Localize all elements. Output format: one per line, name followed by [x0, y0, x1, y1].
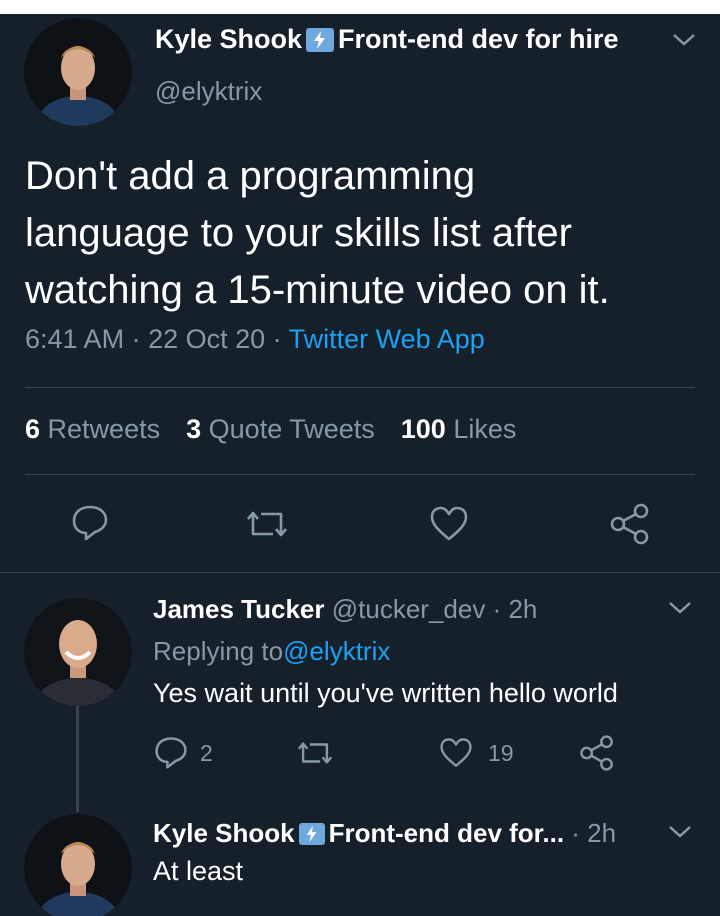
- reply-author-name[interactable]: Kyle Shook: [153, 818, 295, 849]
- tweet-text: Don't add a programming language to your…: [25, 148, 705, 319]
- reply-author-bio-tag: Front-end dev for...: [328, 818, 565, 848]
- chevron-down-icon[interactable]: [666, 598, 694, 623]
- tweet-text-line: watching a 15-minute video on it.: [25, 268, 610, 312]
- tweet-stats: 6 Retweets 3 Quote Tweets 100 Likes: [25, 414, 516, 445]
- reply-icon[interactable]: [70, 502, 110, 547]
- retweets-count: 6: [25, 414, 41, 444]
- replying-prefix: Replying to: [153, 636, 284, 666]
- reply-icon[interactable]: [153, 734, 189, 775]
- avatar[interactable]: [24, 814, 132, 916]
- reply-time[interactable]: · 2h: [493, 594, 538, 625]
- heart-icon[interactable]: [437, 736, 475, 775]
- reply-count: 2: [200, 740, 213, 766]
- quotes-count: 3: [186, 414, 202, 444]
- retweets-stat[interactable]: 6 Retweets: [25, 414, 160, 445]
- likes-count: 100: [400, 414, 446, 444]
- author-handle[interactable]: @elyktrix: [155, 76, 262, 107]
- retweet-icon[interactable]: [245, 504, 289, 549]
- retweets-label: Retweets: [47, 414, 161, 444]
- reply-author-row: Kyle Shook Front-end dev for... · 2h: [153, 818, 616, 849]
- reply-time[interactable]: · 2h: [571, 818, 616, 849]
- tweet-meta: 6:41 AM · 22 Oct 20 · Twitter Web App: [25, 324, 485, 355]
- reply-author-handle[interactable]: @tucker_dev: [332, 594, 486, 625]
- divider: [25, 474, 695, 475]
- heart-icon[interactable]: [428, 504, 470, 549]
- avatar[interactable]: [24, 598, 132, 706]
- likes-stat[interactable]: 100 Likes: [401, 414, 517, 445]
- author-name[interactable]: Kyle Shook: [155, 24, 302, 55]
- tweet-text-line: Don't add a programming: [25, 154, 476, 198]
- share-icon[interactable]: [578, 734, 616, 777]
- meta-separator: ·: [124, 324, 149, 354]
- reply-author-row: James Tucker @tucker_dev · 2h: [153, 594, 537, 625]
- reply-text: At least: [153, 856, 244, 886]
- meta-separator: ·: [265, 324, 289, 354]
- divider: [0, 572, 720, 573]
- tweet-date[interactable]: 22 Oct 20: [148, 324, 265, 354]
- lightning-icon: [306, 27, 335, 52]
- tweet-text-line: language to your skills list after: [25, 211, 572, 255]
- tweet-source[interactable]: Twitter Web App: [289, 324, 485, 354]
- avatar[interactable]: [24, 18, 132, 126]
- reply-text: Yes wait until you've written hello worl…: [153, 678, 618, 708]
- author-bio-tag: Front-end dev for hire: [338, 24, 619, 54]
- replying-to: Replying to @elyktrix: [153, 636, 390, 667]
- tweet-time[interactable]: 6:41 AM: [25, 324, 124, 354]
- quotes-label: Quote Tweets: [208, 414, 375, 444]
- divider: [25, 387, 695, 388]
- like-count: 19: [488, 740, 514, 766]
- replying-to-handle[interactable]: @elyktrix: [283, 636, 390, 667]
- share-icon[interactable]: [608, 502, 652, 551]
- thread-line: [76, 706, 79, 812]
- reply-author-name[interactable]: James Tucker: [153, 594, 325, 625]
- status-bar-strip: [0, 0, 720, 14]
- quotes-stat[interactable]: 3 Quote Tweets: [186, 414, 375, 445]
- lightning-icon: [298, 822, 325, 845]
- tweet-author-row: Kyle Shook Front-end dev for hire: [155, 24, 619, 55]
- chevron-down-icon[interactable]: [666, 822, 694, 847]
- retweet-icon[interactable]: [295, 736, 335, 775]
- likes-label: Likes: [453, 414, 517, 444]
- chevron-down-icon[interactable]: [670, 30, 698, 55]
